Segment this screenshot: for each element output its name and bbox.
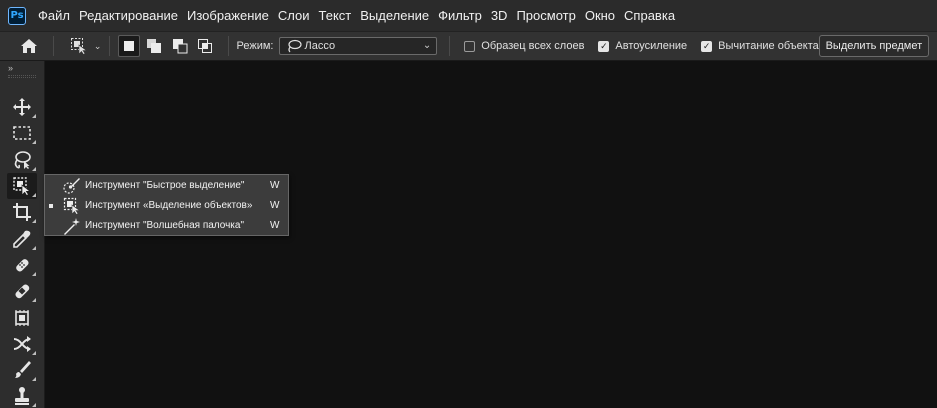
separator: [109, 36, 111, 56]
content-aware-move-tool[interactable]: [7, 331, 37, 357]
menu-file[interactable]: Файл: [38, 8, 70, 23]
submenu-corner: [32, 272, 36, 276]
eyedropper-icon: [13, 230, 31, 248]
flyout-item-label: Инструмент "Быстрое выделение": [85, 180, 245, 191]
checkmark-icon: ✓: [701, 40, 713, 52]
options-bar: ⌄ Режим: Лассо ⌄ Образец всех слоев ✓ Ав…: [0, 31, 937, 61]
object-selection-icon: [70, 38, 88, 55]
flyout-item-shortcut: W: [270, 220, 280, 231]
flyout-item-magic-wand[interactable]: Инструмент "Волшебная палочка" W: [45, 216, 288, 236]
flyout-item-object-selection[interactable]: Инструмент «Выделение объектов» W: [45, 196, 288, 216]
flyout-item-shortcut: W: [270, 200, 280, 211]
selection-tools-flyout: Инструмент "Быстрое выделение" W Инструм…: [44, 174, 289, 236]
crop-tool[interactable]: [7, 199, 37, 225]
intersect-selection-button[interactable]: [194, 35, 215, 57]
submenu-corner: [32, 351, 36, 355]
auto-enhance-checkbox[interactable]: ✓ Автоусиление: [598, 40, 687, 52]
submenu-corner: [32, 114, 36, 118]
submenu-corner: [32, 167, 36, 171]
selected-bullet-icon: [49, 204, 53, 208]
separator: [227, 36, 229, 56]
spot-healing-tool[interactable]: [7, 252, 37, 278]
subtract-selection-icon: [172, 39, 188, 54]
clone-stamp-icon: [15, 387, 29, 405]
checkbox-empty-icon: [464, 40, 476, 52]
eyedropper-tool[interactable]: [7, 226, 37, 252]
separator: [52, 36, 54, 56]
brush-tool[interactable]: [7, 357, 37, 383]
flyout-item-quick-selection[interactable]: Инструмент "Быстрое выделение" W: [45, 176, 288, 196]
tools-panel: »: [0, 61, 45, 408]
menu-bar: Ps Файл Редактирование Изображение Слои …: [0, 0, 937, 31]
menu-window[interactable]: Окно: [585, 8, 615, 23]
submenu-corner: [32, 298, 36, 302]
magic-wand-icon: [63, 217, 81, 235]
new-selection-button[interactable]: [118, 35, 140, 57]
bandage-icon: [15, 284, 30, 299]
sample-all-layers-label: Образец всех слоев: [481, 40, 585, 52]
mode-label: Режим:: [236, 40, 274, 52]
brush-icon: [15, 361, 31, 378]
menu-edit[interactable]: Редактирование: [79, 8, 178, 23]
lasso-tool[interactable]: [7, 147, 37, 173]
mode-select[interactable]: Лассо ⌄: [278, 37, 438, 55]
menu-image[interactable]: Изображение: [187, 8, 269, 23]
crop-icon: [13, 203, 31, 221]
add-selection-icon: [147, 39, 162, 53]
submenu-corner: [32, 246, 36, 250]
mode-value: Лассо: [304, 40, 336, 52]
object-selection-tool[interactable]: [7, 173, 37, 199]
intersect-selection-icon: [197, 39, 212, 53]
patch-tool[interactable]: [7, 305, 37, 331]
marquee-tool[interactable]: [7, 120, 37, 146]
add-to-selection-button[interactable]: [144, 35, 165, 57]
menu-filter[interactable]: Фильтр: [438, 8, 482, 23]
menu-3d[interactable]: 3D: [491, 8, 508, 23]
move-tool[interactable]: [7, 94, 37, 120]
collapse-panel-icon[interactable]: »: [8, 63, 13, 73]
checkmark-icon: ✓: [598, 40, 610, 52]
healing-brush-tool[interactable]: [7, 278, 37, 304]
menu-type[interactable]: Текст: [319, 8, 352, 23]
chevron-down-icon: ⌄: [422, 40, 432, 51]
spot-healing-brush-icon: [16, 259, 29, 272]
submenu-corner: [32, 193, 36, 197]
stamp-tool[interactable]: [7, 383, 37, 408]
auto-enhance-label: Автоусиление: [615, 40, 688, 52]
submenu-corner: [32, 403, 36, 407]
object-subtract-label: Вычитание объекта: [718, 40, 819, 52]
flyout-item-label: Инструмент "Волшебная палочка": [85, 220, 244, 231]
separator: [449, 36, 451, 56]
content-aware-move-icon: [13, 336, 31, 352]
lasso-icon: [14, 151, 31, 169]
patch-icon: [15, 310, 29, 326]
lasso-icon: [287, 39, 302, 53]
rectangular-marquee-icon: [13, 126, 31, 140]
chevron-down-icon: ⌄: [93, 40, 102, 51]
select-subject-button[interactable]: Выделить предмет: [818, 35, 929, 57]
home-icon: [21, 39, 38, 53]
menu-select[interactable]: Выделение: [360, 8, 429, 23]
flyout-item-shortcut: W: [270, 180, 280, 191]
menu-view[interactable]: Просмотр: [516, 8, 575, 23]
home-button[interactable]: [14, 34, 45, 58]
sample-all-layers-checkbox[interactable]: Образец всех слоев: [464, 40, 584, 52]
photoshop-logo-icon[interactable]: Ps: [8, 6, 26, 25]
object-selection-icon: [63, 197, 81, 215]
object-subtract-checkbox[interactable]: ✓ Вычитание объекта: [701, 40, 819, 52]
menu-layer[interactable]: Слои: [278, 8, 310, 23]
flyout-item-label: Инструмент «Выделение объектов»: [85, 200, 253, 211]
new-selection-icon: [124, 41, 135, 51]
menu-help[interactable]: Справка: [624, 8, 675, 23]
tool-preset-picker[interactable]: ⌄: [70, 37, 102, 55]
object-selection-icon: [13, 177, 31, 196]
panel-grip[interactable]: [8, 75, 36, 78]
quick-selection-icon: [63, 177, 81, 195]
submenu-corner: [32, 140, 36, 144]
submenu-corner: [32, 377, 36, 381]
move-icon: [13, 98, 31, 116]
subtract-from-selection-button[interactable]: [169, 35, 190, 57]
submenu-corner: [32, 219, 36, 223]
